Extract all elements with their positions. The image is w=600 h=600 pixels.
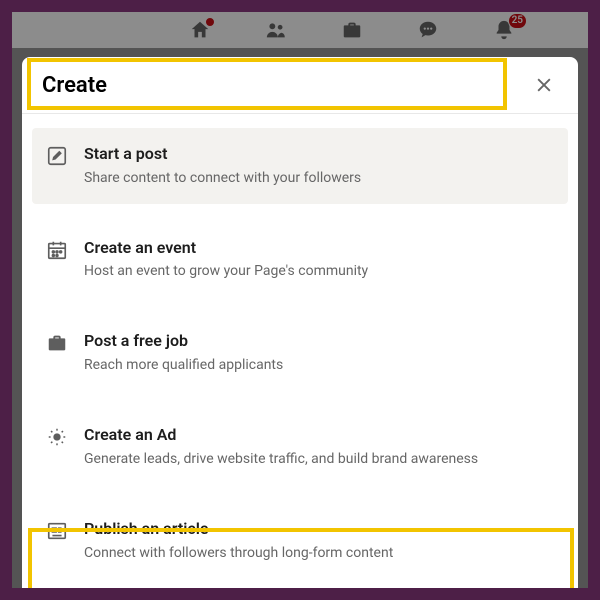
article-icon	[46, 520, 68, 546]
option-subtitle: Reach more qualified applicants	[84, 356, 552, 375]
create-modal: Create Start a post Share content to con…	[22, 57, 578, 588]
option-title: Publish an article	[84, 519, 552, 540]
option-create-ad[interactable]: Create an Ad Generate leads, drive websi…	[32, 409, 568, 485]
calendar-icon	[46, 239, 68, 265]
option-subtitle: Host an event to grow your Page's commun…	[84, 262, 552, 281]
option-subtitle: Connect with followers through long-form…	[84, 544, 552, 563]
option-publish-article[interactable]: Publish an article Connect with follower…	[32, 503, 568, 579]
briefcase-icon	[46, 332, 68, 358]
close-button[interactable]	[530, 71, 558, 99]
option-title: Start a post	[84, 144, 552, 165]
edit-icon	[46, 145, 68, 171]
option-post-job[interactable]: Post a free job Reach more qualified app…	[32, 315, 568, 391]
option-start-post[interactable]: Start a post Share content to connect wi…	[32, 128, 568, 204]
modal-header: Create	[22, 57, 578, 114]
modal-title: Create	[42, 73, 107, 98]
modal-body: Start a post Share content to connect wi…	[22, 114, 578, 588]
close-icon	[534, 75, 554, 95]
option-title: Create an event	[84, 238, 552, 259]
option-create-event[interactable]: Create an event Host an event to grow yo…	[32, 222, 568, 298]
option-title: Create an Ad	[84, 425, 552, 446]
option-subtitle: Share content to connect with your follo…	[84, 169, 552, 188]
lightbulb-icon	[46, 426, 68, 452]
option-subtitle: Generate leads, drive website traffic, a…	[84, 450, 552, 469]
option-title: Post a free job	[84, 331, 552, 352]
